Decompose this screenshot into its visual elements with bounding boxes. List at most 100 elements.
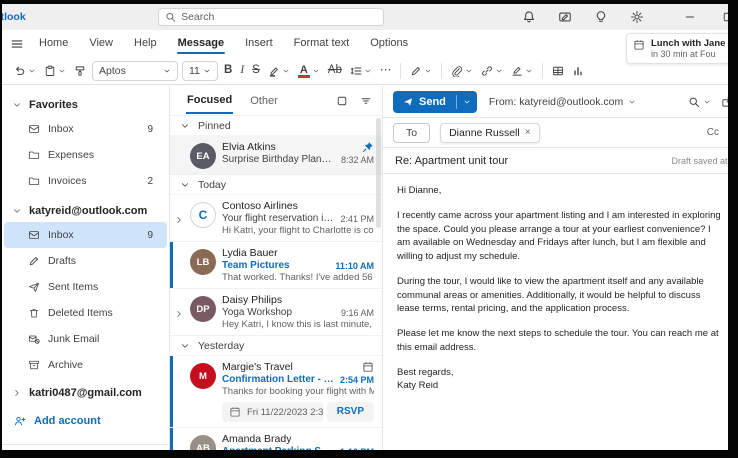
signature-button[interactable] <box>507 62 537 80</box>
sidebar-item-junk-email[interactable]: Junk Email <box>4 326 167 352</box>
sidebar-item-drafts[interactable]: Drafts <box>4 248 167 274</box>
cc-button[interactable]: Cc <box>707 127 719 138</box>
paste-button[interactable] <box>40 62 70 80</box>
zoom-message-button[interactable] <box>688 96 711 108</box>
group-header-yesterday[interactable]: Yesterday <box>170 336 382 356</box>
font-name-dropdown[interactable]: Aptos <box>92 61 178 81</box>
clear-formatting-button[interactable]: Ab <box>324 62 346 80</box>
chevron-down-icon <box>180 121 190 131</box>
group-label: Yesterday <box>198 340 244 352</box>
bold-button[interactable]: B <box>220 62 236 80</box>
tab-view[interactable]: View <box>88 32 114 55</box>
sidebar-item-sent-items[interactable]: Sent Items <box>4 274 167 300</box>
to-button[interactable]: To <box>393 123 430 143</box>
message-body-editor[interactable]: Hi Dianne, I recently came across your a… <box>383 174 728 403</box>
sidebar-item-invoices[interactable]: Invoices 2 <box>4 168 167 194</box>
sidebar-item-deleted-items[interactable]: Deleted Items <box>4 300 167 326</box>
message-time: 9:16 AM <box>341 308 374 318</box>
hamburger-menu-icon[interactable] <box>10 37 24 51</box>
tab-options[interactable]: Options <box>369 32 409 55</box>
sidebar-item-inbox-selected[interactable]: Inbox 9 <box>4 222 167 248</box>
minimize-button[interactable] <box>684 11 696 23</box>
settings-gear-icon[interactable] <box>630 10 644 24</box>
upgrade-promo[interactable]: Upgrade to Microsoft 365 with premium Ou… <box>2 444 169 450</box>
expand-thread-chevron-icon[interactable] <box>174 309 184 319</box>
main-content: Favorites Inbox 9 Expenses Invoices 2 ka… <box>2 86 728 450</box>
filter-icon[interactable] <box>360 95 372 107</box>
event-date: Fri 11/22/2023 2:35 PM – <box>247 407 323 418</box>
tips-lightbulb-icon[interactable] <box>594 10 608 24</box>
tab-insert[interactable]: Insert <box>244 32 274 55</box>
message-row-contoso-airlines[interactable]: C Contoso Airlines Your flight reservati… <box>170 195 382 242</box>
drafts-pencil-icon <box>28 255 40 267</box>
draft-saved-status: Draft saved at 1 <box>671 156 728 166</box>
send-button[interactable]: Send <box>393 91 477 113</box>
format-painter-icon <box>74 65 86 77</box>
line-spacing-button[interactable] <box>346 62 376 80</box>
folder-label: Sent Items <box>48 281 153 293</box>
body-paragraph: I recently came across your apartment li… <box>397 209 721 264</box>
title-bar: Outlook <box>2 4 728 30</box>
account-outlook-header[interactable]: katyreid@outlook.com <box>2 200 169 222</box>
tab-home[interactable]: Home <box>38 32 69 55</box>
sidebar-item-inbox-favorite[interactable]: Inbox 9 <box>4 116 167 142</box>
strikethrough-button[interactable]: S <box>248 62 264 80</box>
italic-button[interactable]: I <box>236 62 248 80</box>
more-formatting-button[interactable]: ⋯ <box>376 62 396 80</box>
add-account-button[interactable]: Add account <box>4 408 167 434</box>
favorites-section-header[interactable]: Favorites <box>2 94 169 116</box>
tab-format-text[interactable]: Format text <box>293 32 351 55</box>
format-painter-button[interactable] <box>70 62 90 80</box>
group-header-today[interactable]: Today <box>170 175 382 195</box>
subject-field[interactable]: Re: Apartment unit tour <box>395 155 508 167</box>
from-address-dropdown[interactable]: From: katyreid@outlook.com <box>489 96 636 108</box>
maximize-button[interactable] <box>722 11 728 23</box>
sidebar-item-archive[interactable]: Archive <box>4 352 167 378</box>
group-header-pinned[interactable]: Pinned <box>170 116 382 136</box>
attach-file-button[interactable] <box>447 62 477 80</box>
link-icon <box>481 65 493 77</box>
remove-recipient-icon[interactable]: × <box>525 127 531 138</box>
compose-actions-row: Send From: katyreid@outlook.com <box>383 86 728 118</box>
message-row-elvia-atkins[interactable]: EA Elvia Atkins Surprise Birthday Planni… <box>170 136 382 175</box>
insert-table-button[interactable] <box>548 62 568 80</box>
message-list: Focused Other Pinned EA Elvia Atkins Sur… <box>170 86 383 450</box>
text-highlight-button[interactable] <box>264 62 294 80</box>
chevron-down-icon <box>424 67 432 75</box>
insert-link-button[interactable] <box>477 62 507 80</box>
send-options-chevron[interactable] <box>457 91 477 113</box>
chevron-down-icon <box>495 67 503 75</box>
tab-help[interactable]: Help <box>133 32 158 55</box>
message-row-daisy-philips[interactable]: DP Daisy Philips Yoga Workshop 9:16 AM H… <box>170 289 382 336</box>
font-name-value: Aptos <box>99 65 126 77</box>
message-row-lydia-bauer[interactable]: LB Lydia Bauer Team Pictures 11:10 AM Th… <box>170 242 382 289</box>
account-gmail-header[interactable]: katri0487@gmail.com <box>2 382 169 404</box>
list-scrollbar[interactable] <box>376 118 381 228</box>
tab-message[interactable]: Message <box>177 32 225 55</box>
message-row-margies-travel[interactable]: M Margie's Travel Confirmation Letter - … <box>170 356 382 428</box>
select-all-icon[interactable] <box>336 95 348 107</box>
meeting-reminder-popup[interactable]: Lunch with Jane in 30 min at Fou <box>626 33 728 64</box>
rsvp-button[interactable]: RSVP <box>327 402 374 422</box>
clear-formatting-glyph: Ab <box>328 65 342 77</box>
insert-chart-button[interactable] <box>568 62 588 80</box>
font-size-dropdown[interactable]: 11 <box>182 61 218 81</box>
subject-row[interactable]: Re: Apartment unit tour Draft saved at 1 <box>383 148 728 174</box>
tab-other[interactable]: Other <box>249 88 279 113</box>
notifications-bell-icon[interactable] <box>522 10 536 24</box>
open-in-new-window-icon[interactable] <box>721 96 728 108</box>
chevron-down-icon <box>203 67 211 75</box>
undo-button[interactable] <box>10 62 40 80</box>
pin-icon[interactable] <box>362 141 374 153</box>
tab-focused[interactable]: Focused <box>186 87 233 114</box>
editor-pen-button[interactable] <box>406 62 436 80</box>
search-input[interactable] <box>181 11 377 23</box>
search-box[interactable] <box>158 8 384 26</box>
expand-thread-chevron-icon[interactable] <box>174 215 184 225</box>
message-row-amanda-brady[interactable]: AB Amanda Brady Apartment Parking Spot O… <box>170 428 382 450</box>
feedback-icon[interactable] <box>558 10 572 24</box>
font-color-button[interactable]: A <box>294 62 324 79</box>
meeting-title: Lunch with Jane <box>651 38 725 49</box>
recipient-chip[interactable]: Dianne Russell × <box>440 123 539 143</box>
sidebar-item-expenses[interactable]: Expenses <box>4 142 167 168</box>
